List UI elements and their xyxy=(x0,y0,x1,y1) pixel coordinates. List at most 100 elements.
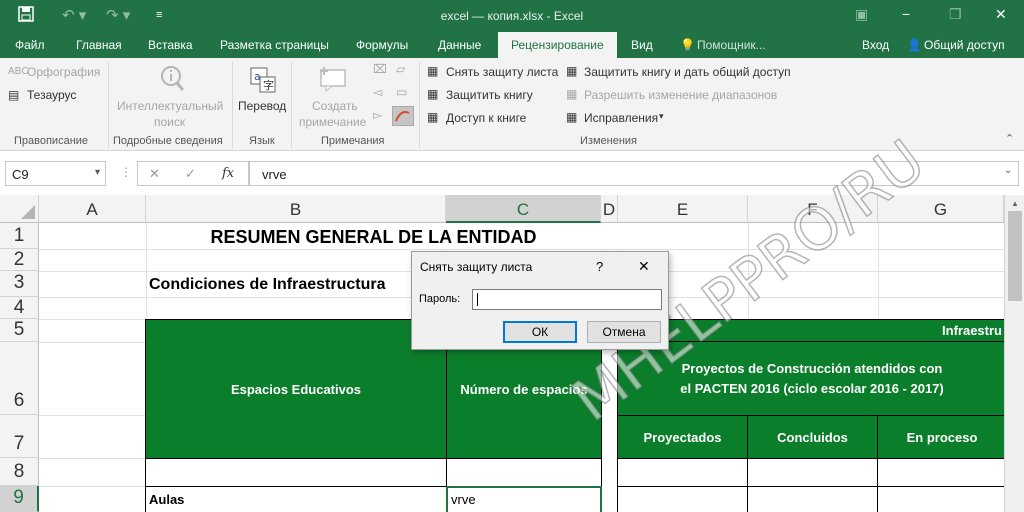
lightbulb-icon: 💡 xyxy=(680,38,695,52)
cell-b8[interactable] xyxy=(145,458,447,487)
protect-workbook-button[interactable]: Защитить книгу xyxy=(446,88,533,102)
enter-icon[interactable]: ✓ xyxy=(185,166,196,182)
spelling-button[interactable]: Орфография xyxy=(27,65,100,79)
cell-g8[interactable] xyxy=(877,458,1007,487)
row-header-1[interactable]: 1 xyxy=(0,223,39,249)
chevron-down-icon[interactable]: ▾ xyxy=(659,111,664,122)
group-divider xyxy=(108,62,109,148)
ribbon-display-icon[interactable]: ▣ xyxy=(855,6,868,23)
column-header-b[interactable]: B xyxy=(146,195,446,223)
translate-icon: a字 xyxy=(249,66,277,97)
column-header-c[interactable]: C xyxy=(446,195,601,223)
column-header-g[interactable]: G xyxy=(878,195,1004,223)
row-header-5[interactable]: 5 xyxy=(0,319,39,342)
delete-comment-icon[interactable]: ⌧ xyxy=(373,62,387,76)
name-box-dropdown-icon[interactable]: ▾ xyxy=(95,167,100,178)
insert-function-icon[interactable]: fx xyxy=(222,166,234,181)
smart-lookup-icon xyxy=(157,64,185,95)
allow-edit-ranges-icon: ▦ xyxy=(566,87,578,101)
cell-c8[interactable] xyxy=(446,458,602,487)
ok-button[interactable]: ОК xyxy=(503,321,577,343)
header-infraestructura: Infraestru xyxy=(617,319,1007,342)
cell-f8[interactable] xyxy=(747,458,878,487)
next-comment-icon[interactable]: ▻ xyxy=(373,108,382,122)
expand-formula-icon[interactable]: ⌄ xyxy=(1004,165,1012,176)
cell-e9[interactable] xyxy=(617,486,748,512)
column-header-d[interactable]: D xyxy=(601,195,618,223)
share-button[interactable]: Общий доступ xyxy=(924,38,1005,52)
cell-g9[interactable] xyxy=(877,486,1007,512)
row-header-8[interactable]: 8 xyxy=(0,458,39,486)
thesaurus-icon: ▤ xyxy=(8,88,20,102)
tab-page-layout[interactable]: Разметка страницы xyxy=(220,38,329,52)
cell-b9[interactable]: Aulas xyxy=(145,486,447,512)
gridline xyxy=(39,415,146,416)
share-workbook-button[interactable]: Доступ к книге xyxy=(446,111,526,125)
show-all-comments-icon[interactable]: ▭ xyxy=(396,85,407,99)
formula-input[interactable]: vrve xyxy=(249,161,1019,186)
column-header-f[interactable]: F xyxy=(748,195,878,223)
formula-buttons: ✕ ✓ fx xyxy=(137,161,249,186)
vertical-scrollbar[interactable]: ▲ xyxy=(1004,195,1024,512)
tab-formulas[interactable]: Формулы xyxy=(356,38,408,52)
ribbon-tabs: Файл Главная Вставка Разметка страницы Ф… xyxy=(0,32,1024,58)
share-icon[interactable]: 👤 xyxy=(907,38,922,52)
new-comment-line1[interactable]: Создать xyxy=(312,99,358,113)
tab-file[interactable]: Файл xyxy=(15,38,45,52)
gridline xyxy=(39,342,146,343)
tab-review[interactable]: Рецензирование xyxy=(498,32,617,58)
row-header-4[interactable]: 4 xyxy=(0,297,39,319)
cancel-icon[interactable]: ✕ xyxy=(149,166,160,182)
gridline xyxy=(39,486,146,487)
password-input[interactable] xyxy=(472,289,662,310)
restore-icon[interactable]: ❐ xyxy=(949,6,962,23)
tell-me-search[interactable]: Помощник... xyxy=(697,38,766,52)
tab-data[interactable]: Данные xyxy=(438,38,481,52)
new-comment-line2[interactable]: примечание xyxy=(299,115,366,129)
previous-comment-icon[interactable]: ◅ xyxy=(373,85,382,99)
share-workbook-icon: ▦ xyxy=(427,110,439,124)
cell-f9[interactable] xyxy=(747,486,878,512)
show-comment-icon[interactable]: ▱ xyxy=(396,62,405,76)
cancel-button[interactable]: Отмена xyxy=(587,321,661,343)
gridline xyxy=(39,249,1004,250)
unprotect-sheet-button[interactable]: Снять защиту листа xyxy=(446,65,558,79)
protect-share-button[interactable]: Защитить книгу и дать общий доступ xyxy=(584,65,791,79)
tab-home[interactable]: Главная xyxy=(76,38,122,52)
minimize-icon[interactable]: − xyxy=(902,6,910,22)
row-header-2[interactable]: 2 xyxy=(0,249,39,271)
close-icon[interactable]: ✕ xyxy=(995,6,1007,23)
translate-button[interactable]: Перевод xyxy=(238,99,286,113)
select-all-corner[interactable] xyxy=(0,195,39,223)
allow-edit-ranges-button[interactable]: Разрешить изменение диапазонов xyxy=(584,88,777,102)
title-bar: ↶ ▾ ↷ ▾ ≡ excel — копия.xlsx - Excel ▣ −… xyxy=(0,0,1024,32)
header-espacios: Espacios Educativos xyxy=(145,319,447,459)
row-header-3[interactable]: 3 xyxy=(0,271,39,297)
row-header-7[interactable]: 7 xyxy=(0,415,39,458)
collapse-ribbon-icon[interactable]: ⌃ xyxy=(1005,132,1014,145)
scrollbar-thumb[interactable] xyxy=(1008,211,1022,301)
thesaurus-button[interactable]: Тезаурус xyxy=(27,88,76,102)
column-header-a[interactable]: A xyxy=(39,195,146,223)
tab-view[interactable]: Вид xyxy=(631,38,653,52)
show-ink-icon[interactable] xyxy=(392,106,414,126)
cell-e8[interactable] xyxy=(617,458,748,487)
cell-c9-selected[interactable]: vrve xyxy=(446,486,602,512)
row-header-9[interactable]: 9 xyxy=(0,486,39,512)
smart-lookup-line1[interactable]: Интеллектуальный xyxy=(117,99,223,113)
dialog-close-icon[interactable]: ✕ xyxy=(638,258,650,275)
sheet-subtitle: Condiciones de Infraestructura xyxy=(149,276,386,293)
cell-b9-text: Aulas xyxy=(149,492,185,507)
tab-insert[interactable]: Вставка xyxy=(148,38,193,52)
scroll-up-icon[interactable]: ▲ xyxy=(1011,199,1019,208)
signin-link[interactable]: Вход xyxy=(862,38,889,52)
name-box-value: C9 xyxy=(12,167,29,182)
worksheet-grid[interactable]: A B C D E F G 1 2 3 4 5 6 7 8 9 RESUMEN … xyxy=(0,195,1024,512)
row-header-6[interactable]: 6 xyxy=(0,342,39,415)
column-header-e[interactable]: E xyxy=(618,195,748,223)
track-changes-button[interactable]: Исправления xyxy=(584,111,658,125)
drag-handle-icon[interactable]: ⋮ xyxy=(120,165,132,179)
smart-lookup-line2[interactable]: поиск xyxy=(154,115,185,129)
help-icon[interactable]: ? xyxy=(596,259,603,274)
name-box[interactable]: C9 ▾ xyxy=(5,161,106,186)
